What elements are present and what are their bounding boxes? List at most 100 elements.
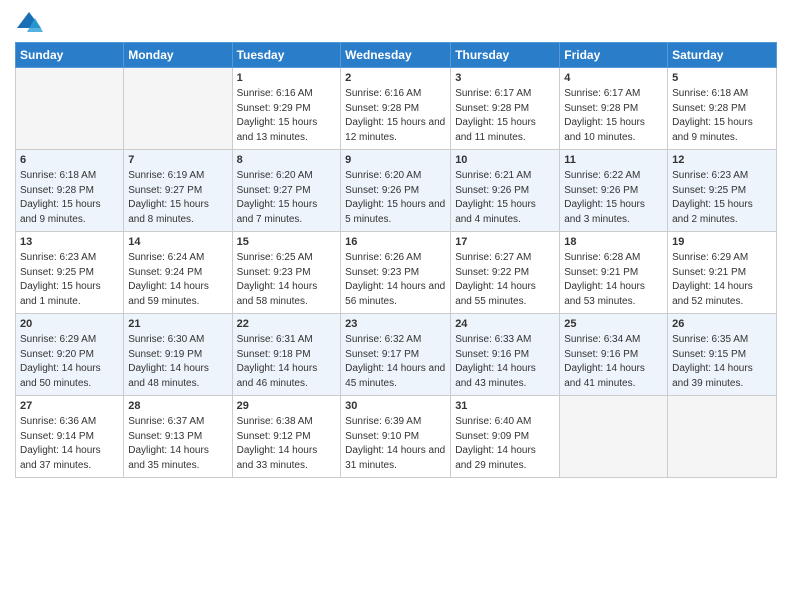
day-info: Sunrise: 6:23 AM Sunset: 9:25 PM Dayligh… <box>672 169 772 227</box>
day-info: Sunrise: 6:16 AM Sunset: 9:28 PM Dayligh… <box>345 87 446 145</box>
day-info: Sunrise: 6:20 AM Sunset: 9:26 PM Dayligh… <box>345 169 446 227</box>
calendar-week-row: 13Sunrise: 6:23 AM Sunset: 9:25 PM Dayli… <box>16 232 777 314</box>
calendar-week-row: 6Sunrise: 6:18 AM Sunset: 9:28 PM Daylig… <box>16 150 777 232</box>
day-info: Sunrise: 6:32 AM Sunset: 9:17 PM Dayligh… <box>345 333 446 391</box>
day-info: Sunrise: 6:16 AM Sunset: 9:29 PM Dayligh… <box>237 87 337 145</box>
day-number: 14 <box>128 235 227 250</box>
calendar-header-row: Sunday Monday Tuesday Wednesday Thursday… <box>16 43 777 68</box>
day-info: Sunrise: 6:31 AM Sunset: 9:18 PM Dayligh… <box>237 333 337 391</box>
table-row: 25Sunrise: 6:34 AM Sunset: 9:16 PM Dayli… <box>560 314 668 396</box>
day-number: 13 <box>20 235 119 250</box>
day-number: 16 <box>345 235 446 250</box>
table-row: 23Sunrise: 6:32 AM Sunset: 9:17 PM Dayli… <box>341 314 451 396</box>
day-info: Sunrise: 6:26 AM Sunset: 9:23 PM Dayligh… <box>345 251 446 309</box>
table-row: 24Sunrise: 6:33 AM Sunset: 9:16 PM Dayli… <box>451 314 560 396</box>
day-number: 4 <box>564 71 663 86</box>
calendar-week-row: 20Sunrise: 6:29 AM Sunset: 9:20 PM Dayli… <box>16 314 777 396</box>
day-info: Sunrise: 6:38 AM Sunset: 9:12 PM Dayligh… <box>237 415 337 473</box>
table-row: 18Sunrise: 6:28 AM Sunset: 9:21 PM Dayli… <box>560 232 668 314</box>
col-wednesday: Wednesday <box>341 43 451 68</box>
table-row: 27Sunrise: 6:36 AM Sunset: 9:14 PM Dayli… <box>16 396 124 478</box>
day-info: Sunrise: 6:25 AM Sunset: 9:23 PM Dayligh… <box>237 251 337 309</box>
day-number: 27 <box>20 399 119 414</box>
day-info: Sunrise: 6:35 AM Sunset: 9:15 PM Dayligh… <box>672 333 772 391</box>
day-number: 10 <box>455 153 555 168</box>
day-number: 20 <box>20 317 119 332</box>
day-info: Sunrise: 6:27 AM Sunset: 9:22 PM Dayligh… <box>455 251 555 309</box>
day-number: 28 <box>128 399 227 414</box>
day-number: 23 <box>345 317 446 332</box>
day-number: 26 <box>672 317 772 332</box>
col-friday: Friday <box>560 43 668 68</box>
table-row: 19Sunrise: 6:29 AM Sunset: 9:21 PM Dayli… <box>668 232 777 314</box>
table-row: 31Sunrise: 6:40 AM Sunset: 9:09 PM Dayli… <box>451 396 560 478</box>
day-number: 30 <box>345 399 446 414</box>
table-row <box>16 68 124 150</box>
day-number: 19 <box>672 235 772 250</box>
day-info: Sunrise: 6:17 AM Sunset: 9:28 PM Dayligh… <box>564 87 663 145</box>
day-info: Sunrise: 6:18 AM Sunset: 9:28 PM Dayligh… <box>672 87 772 145</box>
table-row <box>560 396 668 478</box>
logo-icon <box>15 10 43 34</box>
day-number: 17 <box>455 235 555 250</box>
col-monday: Monday <box>124 43 232 68</box>
day-info: Sunrise: 6:30 AM Sunset: 9:19 PM Dayligh… <box>128 333 227 391</box>
day-number: 22 <box>237 317 337 332</box>
day-info: Sunrise: 6:21 AM Sunset: 9:26 PM Dayligh… <box>455 169 555 227</box>
day-info: Sunrise: 6:34 AM Sunset: 9:16 PM Dayligh… <box>564 333 663 391</box>
day-info: Sunrise: 6:24 AM Sunset: 9:24 PM Dayligh… <box>128 251 227 309</box>
table-row: 30Sunrise: 6:39 AM Sunset: 9:10 PM Dayli… <box>341 396 451 478</box>
table-row: 15Sunrise: 6:25 AM Sunset: 9:23 PM Dayli… <box>232 232 341 314</box>
day-number: 18 <box>564 235 663 250</box>
table-row: 20Sunrise: 6:29 AM Sunset: 9:20 PM Dayli… <box>16 314 124 396</box>
day-number: 5 <box>672 71 772 86</box>
table-row: 7Sunrise: 6:19 AM Sunset: 9:27 PM Daylig… <box>124 150 232 232</box>
day-info: Sunrise: 6:29 AM Sunset: 9:20 PM Dayligh… <box>20 333 119 391</box>
day-info: Sunrise: 6:19 AM Sunset: 9:27 PM Dayligh… <box>128 169 227 227</box>
day-number: 25 <box>564 317 663 332</box>
page: Sunday Monday Tuesday Wednesday Thursday… <box>0 0 792 612</box>
calendar-week-row: 27Sunrise: 6:36 AM Sunset: 9:14 PM Dayli… <box>16 396 777 478</box>
table-row: 17Sunrise: 6:27 AM Sunset: 9:22 PM Dayli… <box>451 232 560 314</box>
table-row: 29Sunrise: 6:38 AM Sunset: 9:12 PM Dayli… <box>232 396 341 478</box>
table-row: 3Sunrise: 6:17 AM Sunset: 9:28 PM Daylig… <box>451 68 560 150</box>
table-row: 16Sunrise: 6:26 AM Sunset: 9:23 PM Dayli… <box>341 232 451 314</box>
header <box>15 10 777 34</box>
col-sunday: Sunday <box>16 43 124 68</box>
day-number: 7 <box>128 153 227 168</box>
day-number: 3 <box>455 71 555 86</box>
day-info: Sunrise: 6:29 AM Sunset: 9:21 PM Dayligh… <box>672 251 772 309</box>
day-number: 8 <box>237 153 337 168</box>
table-row: 21Sunrise: 6:30 AM Sunset: 9:19 PM Dayli… <box>124 314 232 396</box>
day-info: Sunrise: 6:22 AM Sunset: 9:26 PM Dayligh… <box>564 169 663 227</box>
day-info: Sunrise: 6:28 AM Sunset: 9:21 PM Dayligh… <box>564 251 663 309</box>
table-row <box>668 396 777 478</box>
day-number: 1 <box>237 71 337 86</box>
day-number: 6 <box>20 153 119 168</box>
day-info: Sunrise: 6:17 AM Sunset: 9:28 PM Dayligh… <box>455 87 555 145</box>
table-row: 1Sunrise: 6:16 AM Sunset: 9:29 PM Daylig… <box>232 68 341 150</box>
day-info: Sunrise: 6:20 AM Sunset: 9:27 PM Dayligh… <box>237 169 337 227</box>
table-row <box>124 68 232 150</box>
table-row: 2Sunrise: 6:16 AM Sunset: 9:28 PM Daylig… <box>341 68 451 150</box>
day-number: 9 <box>345 153 446 168</box>
day-number: 12 <box>672 153 772 168</box>
day-info: Sunrise: 6:33 AM Sunset: 9:16 PM Dayligh… <box>455 333 555 391</box>
table-row: 28Sunrise: 6:37 AM Sunset: 9:13 PM Dayli… <box>124 396 232 478</box>
col-saturday: Saturday <box>668 43 777 68</box>
table-row: 13Sunrise: 6:23 AM Sunset: 9:25 PM Dayli… <box>16 232 124 314</box>
table-row: 6Sunrise: 6:18 AM Sunset: 9:28 PM Daylig… <box>16 150 124 232</box>
day-info: Sunrise: 6:37 AM Sunset: 9:13 PM Dayligh… <box>128 415 227 473</box>
calendar-week-row: 1Sunrise: 6:16 AM Sunset: 9:29 PM Daylig… <box>16 68 777 150</box>
logo <box>15 10 47 34</box>
col-tuesday: Tuesday <box>232 43 341 68</box>
day-number: 11 <box>564 153 663 168</box>
day-info: Sunrise: 6:40 AM Sunset: 9:09 PM Dayligh… <box>455 415 555 473</box>
day-number: 21 <box>128 317 227 332</box>
table-row: 14Sunrise: 6:24 AM Sunset: 9:24 PM Dayli… <box>124 232 232 314</box>
day-info: Sunrise: 6:18 AM Sunset: 9:28 PM Dayligh… <box>20 169 119 227</box>
col-thursday: Thursday <box>451 43 560 68</box>
table-row: 11Sunrise: 6:22 AM Sunset: 9:26 PM Dayli… <box>560 150 668 232</box>
table-row: 12Sunrise: 6:23 AM Sunset: 9:25 PM Dayli… <box>668 150 777 232</box>
table-row: 26Sunrise: 6:35 AM Sunset: 9:15 PM Dayli… <box>668 314 777 396</box>
